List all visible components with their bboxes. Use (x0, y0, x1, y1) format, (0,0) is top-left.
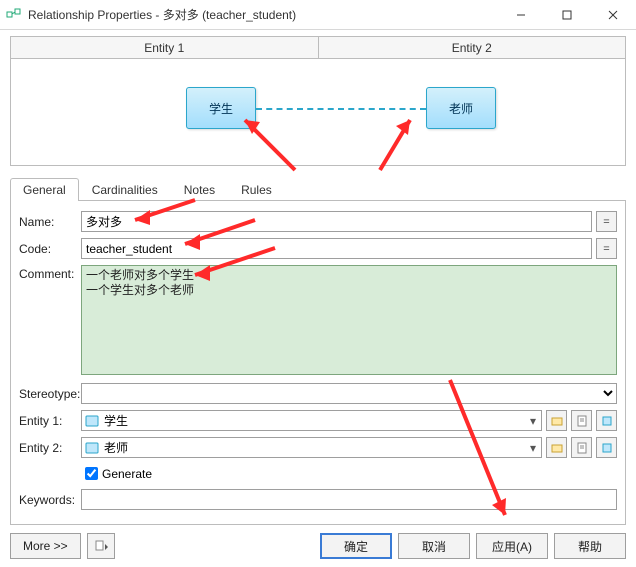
entity2-header: Entity 2 (319, 37, 626, 59)
entity1-label: Entity 1: (19, 414, 81, 428)
window-title: Relationship Properties - 多对多 (teacher_s… (28, 6, 498, 23)
entity1-select[interactable]: 学生 ▾ (81, 410, 542, 431)
minimize-button[interactable] (498, 0, 544, 30)
chevron-down-icon: ▾ (525, 414, 541, 428)
tab-rules[interactable]: Rules (228, 178, 285, 201)
help-button[interactable]: 帮助 (554, 533, 626, 559)
entity1-header: Entity 1 (11, 37, 319, 59)
footer: More >> 确定 取消 应用(A) 帮助 (0, 525, 636, 567)
entity1-node[interactable]: 学生 (186, 87, 256, 129)
close-button[interactable] (590, 0, 636, 30)
comment-label: Comment: (19, 265, 81, 281)
entity2-label: Entity 2: (19, 441, 81, 455)
code-label: Code: (19, 242, 81, 256)
entity1-props-button[interactable] (571, 410, 592, 431)
name-equals-button[interactable]: = (596, 211, 617, 232)
stereotype-select[interactable] (81, 383, 617, 404)
entity2-browse-button[interactable] (546, 437, 567, 458)
comment-textarea[interactable]: 一个老师对多个学生 一个学生对多个老师 (81, 265, 617, 375)
tab-cardinalities[interactable]: Cardinalities (79, 178, 171, 201)
relationship-link[interactable] (256, 108, 426, 110)
entity2-props-button[interactable] (571, 437, 592, 458)
entity2-select[interactable]: 老师 ▾ (81, 437, 542, 458)
app-icon (6, 7, 22, 23)
generate-checkbox[interactable]: Generate (81, 464, 152, 483)
general-panel: Name: = Code: = Comment: 一个老师对多个学生 一个学生对… (10, 201, 626, 525)
stereotype-label: Stereotype: (19, 387, 81, 401)
name-label: Name: (19, 215, 81, 229)
tab-notes[interactable]: Notes (171, 178, 228, 201)
entity1-browse-button[interactable] (546, 410, 567, 431)
entity-icon (84, 440, 100, 456)
keywords-label: Keywords: (19, 493, 81, 507)
toolbar-menu-button[interactable] (87, 533, 115, 559)
entity2-new-button[interactable] (596, 437, 617, 458)
code-input[interactable] (81, 238, 592, 259)
titlebar: Relationship Properties - 多对多 (teacher_s… (0, 0, 636, 30)
keywords-input[interactable] (81, 489, 617, 510)
entity1-new-button[interactable] (596, 410, 617, 431)
code-equals-button[interactable]: = (596, 238, 617, 259)
ok-button[interactable]: 确定 (320, 533, 392, 559)
cancel-button[interactable]: 取消 (398, 533, 470, 559)
tab-general[interactable]: General (10, 178, 79, 201)
name-input[interactable] (81, 211, 592, 232)
entity-icon (84, 413, 100, 429)
chevron-down-icon: ▾ (525, 441, 541, 455)
apply-button[interactable]: 应用(A) (476, 533, 548, 559)
relationship-diagram: Entity 1 Entity 2 学生 老师 (10, 36, 626, 166)
entity2-node[interactable]: 老师 (426, 87, 496, 129)
tab-bar: General Cardinalities Notes Rules (10, 178, 626, 201)
more-button[interactable]: More >> (10, 533, 81, 559)
maximize-button[interactable] (544, 0, 590, 30)
